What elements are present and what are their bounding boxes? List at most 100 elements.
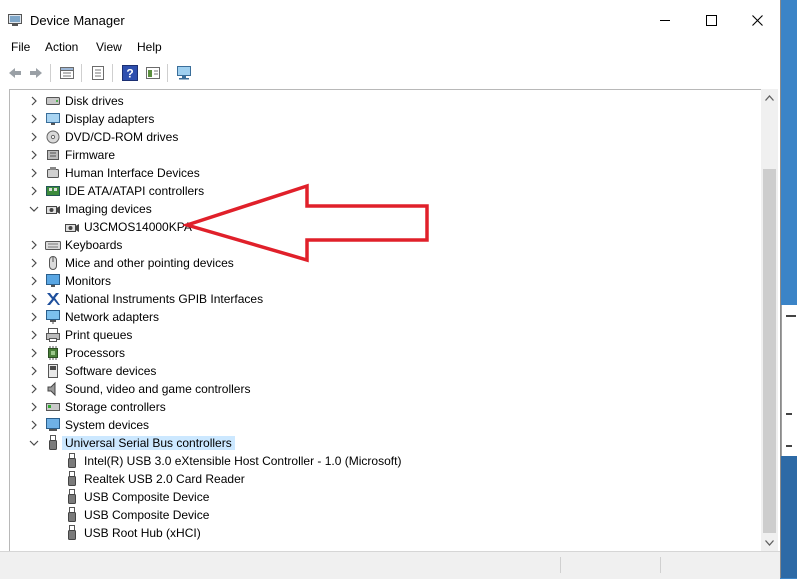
chevron-down-icon[interactable] xyxy=(28,437,40,449)
tree-category[interactable]: Storage controllers xyxy=(10,398,760,416)
tree-item-label: Sound, video and game controllers xyxy=(65,382,251,396)
tree-category[interactable]: Universal Serial Bus controllers xyxy=(10,434,760,452)
close-icon xyxy=(751,14,763,26)
background-window xyxy=(781,305,797,457)
usb-icon xyxy=(68,489,76,504)
tree-category[interactable]: DVD/CD-ROM drives xyxy=(10,128,760,146)
title-bar[interactable]: Device Manager xyxy=(0,0,780,40)
tree-category[interactable]: National Instruments GPIB Interfaces xyxy=(10,290,760,308)
maximize-button[interactable] xyxy=(688,0,734,40)
chevron-down-icon xyxy=(765,539,774,546)
menu-file[interactable]: File xyxy=(11,40,30,54)
background-window-fragment xyxy=(786,445,792,447)
menu-help[interactable]: Help xyxy=(137,40,162,54)
back-arrow-icon[interactable] xyxy=(7,65,23,81)
scroll-up-button[interactable] xyxy=(761,89,778,106)
tree-item-label: USB Root Hub (xHCI) xyxy=(84,526,201,540)
tree-device[interactable]: Intel(R) USB 3.0 eXtensible Host Control… xyxy=(10,452,760,470)
camera-icon xyxy=(46,206,60,214)
monitor-icon xyxy=(46,274,60,287)
minimize-button[interactable] xyxy=(642,0,688,40)
tree-category[interactable]: Print queues xyxy=(10,326,760,344)
toolbar-separator xyxy=(50,64,51,82)
tree-item-label: USB Composite Device xyxy=(84,490,210,504)
keyboard-icon xyxy=(45,241,61,250)
firmware-icon xyxy=(47,150,59,160)
chevron-right-icon[interactable] xyxy=(28,185,40,197)
usb-icon xyxy=(68,471,76,486)
chevron-up-icon xyxy=(765,94,774,101)
tree-category[interactable]: Firmware xyxy=(10,146,760,164)
chevron-right-icon[interactable] xyxy=(28,113,40,125)
help-icon[interactable]: ? xyxy=(122,65,138,81)
usb-icon xyxy=(49,435,57,450)
chevron-right-icon[interactable] xyxy=(28,365,40,377)
chevron-right-icon[interactable] xyxy=(28,95,40,107)
chevron-right-icon[interactable] xyxy=(28,311,40,323)
tree-item-label: Monitors xyxy=(65,274,112,288)
forward-arrow-icon[interactable] xyxy=(28,65,44,81)
view-icon[interactable] xyxy=(145,65,161,81)
device-manager-window: Device Manager File Action View Help ? D… xyxy=(0,0,781,579)
tree-category[interactable]: Human Interface Devices xyxy=(10,164,760,182)
menu-view[interactable]: View xyxy=(96,40,122,54)
status-cell xyxy=(660,557,661,573)
tree-item-label: DVD/CD-ROM drives xyxy=(65,130,179,144)
chevron-right-icon[interactable] xyxy=(28,131,40,143)
toolbar-separator xyxy=(167,64,168,82)
background-window-fragment xyxy=(786,315,796,317)
tree-category[interactable]: Disk drives xyxy=(10,92,760,110)
device-list-icon[interactable] xyxy=(90,65,106,81)
chevron-right-icon[interactable] xyxy=(28,275,40,287)
usb-icon xyxy=(68,453,76,468)
processor-icon xyxy=(48,346,58,360)
monitor-scan-icon[interactable] xyxy=(176,65,192,81)
properties-icon[interactable] xyxy=(59,65,75,81)
chevron-down-icon[interactable] xyxy=(28,203,40,215)
background-window-fragment xyxy=(786,413,792,415)
chevron-right-icon[interactable] xyxy=(28,149,40,161)
tree-item-label: Disk drives xyxy=(65,94,124,108)
usb-icon xyxy=(68,525,76,540)
tree-item-label: Display adapters xyxy=(65,112,155,126)
chevron-right-icon[interactable] xyxy=(28,347,40,359)
chevron-right-icon[interactable] xyxy=(28,419,40,431)
chevron-right-icon[interactable] xyxy=(28,329,40,341)
tree-category[interactable]: Sound, video and game controllers xyxy=(10,380,760,398)
tree-device[interactable]: USB Composite Device xyxy=(10,488,760,506)
tree-category[interactable]: System devices xyxy=(10,416,760,434)
tree-category[interactable]: Software devices xyxy=(10,362,760,380)
tree-item-label: USB Composite Device xyxy=(84,508,210,522)
scrollbar-thumb[interactable] xyxy=(763,169,776,533)
chevron-right-icon[interactable] xyxy=(28,167,40,179)
chevron-right-icon[interactable] xyxy=(28,383,40,395)
tree-item-label: Intel(R) USB 3.0 eXtensible Host Control… xyxy=(84,454,402,468)
tree-category[interactable]: Network adapters xyxy=(10,308,760,326)
hid-icon xyxy=(47,167,59,178)
vertical-scrollbar[interactable] xyxy=(761,89,778,551)
chevron-right-icon[interactable] xyxy=(28,401,40,413)
tree-item-label: National Instruments GPIB Interfaces xyxy=(65,292,264,306)
toolbar-separator xyxy=(81,64,82,82)
scroll-down-button[interactable] xyxy=(761,534,778,551)
tree-item-label: Software devices xyxy=(65,364,157,378)
usb-icon xyxy=(68,507,76,522)
tree-item-label: Print queues xyxy=(65,328,133,342)
tree-device[interactable]: USB Composite Device xyxy=(10,506,760,524)
storage-controller-icon xyxy=(46,403,60,411)
annotation-arrow xyxy=(183,183,429,263)
tree-category[interactable]: Display adapters xyxy=(10,110,760,128)
chevron-right-icon[interactable] xyxy=(28,239,40,251)
chevron-right-icon[interactable] xyxy=(28,293,40,305)
close-button[interactable] xyxy=(734,0,780,40)
tree-device[interactable]: USB Root Hub (xHCI) xyxy=(10,524,760,542)
device-tree[interactable]: Disk drives Display adapters DVD/CD-ROM dr… xyxy=(9,89,778,551)
tree-device[interactable]: Realtek USB 2.0 Card Reader xyxy=(10,470,760,488)
chevron-right-icon[interactable] xyxy=(28,257,40,269)
software-device-icon xyxy=(48,364,58,378)
status-bar xyxy=(0,551,780,579)
tree-category[interactable]: Processors xyxy=(10,344,760,362)
tree-category[interactable]: Monitors xyxy=(10,272,760,290)
desktop-background xyxy=(781,456,797,578)
menu-action[interactable]: Action xyxy=(45,40,78,54)
